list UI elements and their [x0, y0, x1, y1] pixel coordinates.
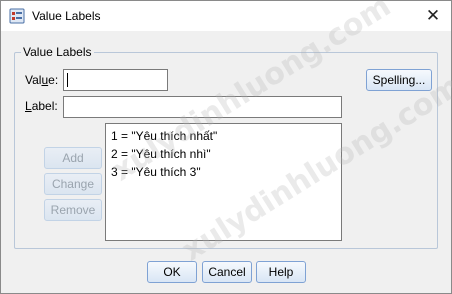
list-item[interactable]: 2 = "Yêu thích nhì": [111, 147, 211, 161]
list-item[interactable]: 1 = "Yêu thích nhất": [111, 129, 217, 143]
label-field-label: Label:: [25, 99, 58, 113]
change-button[interactable]: Change: [44, 173, 102, 195]
group-legend: Value Labels: [21, 45, 94, 59]
remove-button[interactable]: Remove: [44, 199, 102, 221]
cancel-button[interactable]: Cancel: [202, 261, 252, 283]
value-field-label: Value:: [25, 73, 59, 87]
spelling-button[interactable]: Spelling...: [366, 69, 432, 91]
ok-button[interactable]: OK: [147, 261, 197, 283]
value-labels-list[interactable]: 1 = "Yêu thích nhất" 2 = "Yêu thích nhì"…: [105, 123, 342, 241]
app-icon: [9, 8, 25, 24]
value-labels-dialog: Value Labels ✕ Value Labels Value: Spell…: [0, 0, 452, 294]
add-button[interactable]: Add: [44, 147, 102, 169]
window-title: Value Labels: [32, 9, 101, 23]
label-input[interactable]: [63, 96, 342, 118]
list-item[interactable]: 3 = "Yêu thích 3": [111, 165, 201, 179]
help-button[interactable]: Help: [256, 261, 306, 283]
close-icon[interactable]: ✕: [421, 3, 445, 29]
title-bar: Value Labels ✕: [1, 1, 451, 31]
text-caret: [67, 73, 68, 87]
value-input[interactable]: [63, 69, 168, 91]
